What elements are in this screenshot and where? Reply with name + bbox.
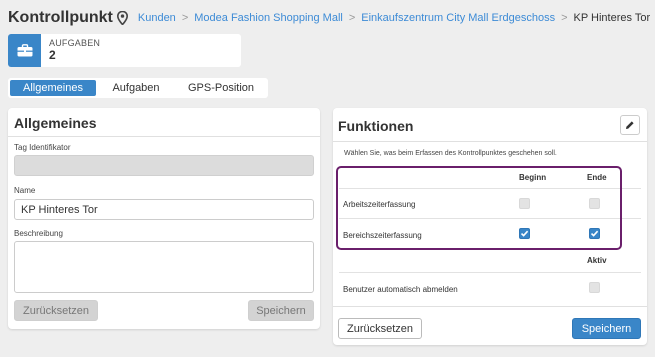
briefcase-icon [8,34,41,67]
tasks-count: 2 [49,47,56,62]
breadcrumb-separator: > [181,12,189,24]
row-label-area-time: Bereichszeiterfassung [343,231,422,240]
name-field[interactable] [14,199,314,220]
panel-divider [8,136,320,137]
row-label-auto-logout: Benutzer automatisch abmelden [343,285,458,294]
save-button[interactable]: Speichern [572,318,641,339]
general-panel-title: Allgemeines [14,115,97,131]
tab-bar: Allgemeines Aufgaben GPS-Position [8,78,268,98]
column-header-active: Aktiv [587,256,607,265]
pencil-icon [625,120,635,130]
description-label: Beschreibung [14,229,63,238]
checkmark-icon [520,230,529,237]
row-divider [339,188,641,189]
breadcrumb-separator: > [561,12,568,24]
column-header-end: Ende [587,173,607,182]
page-header: Kontrollpunkt Kunden > Modea Fashion Sho… [8,6,650,30]
tab-general[interactable]: Allgemeines [10,80,96,96]
map-pin-icon [116,11,128,25]
save-button[interactable]: Speichern [248,300,314,321]
area-time-end-checkbox[interactable] [589,228,600,239]
page-title: Kontrollpunkt [8,9,113,26]
auto-logout-checkbox [589,282,600,293]
edit-button[interactable] [620,115,640,135]
checkmark-icon [590,230,599,237]
tag-identifier-field [14,155,314,176]
general-panel: Allgemeines Tag Identifikator Name Besch… [8,108,320,329]
row-divider [339,272,641,273]
area-time-begin-checkbox[interactable] [519,228,530,239]
row-label-work-time: Arbeitszeiterfassung [343,200,416,209]
tasks-label: AUFGABEN [49,37,101,48]
functions-panel-title: Funktionen [338,118,414,134]
tab-tasks[interactable]: Aufgaben [96,80,176,96]
functions-description: Wählen Sie, was beim Erfassen des Kontro… [344,150,557,157]
breadcrumb-item-mall[interactable]: Modea Fashion Shopping Mall [194,12,343,24]
work-time-end-checkbox [589,198,600,209]
breadcrumb-item-floor[interactable]: Einkaufszentrum City Mall Erdgeschoss [361,12,555,24]
tab-gps-position[interactable]: GPS-Position [176,80,266,96]
description-field[interactable] [14,241,314,293]
tasks-summary-card[interactable]: AUFGABEN 2 [8,34,241,67]
breadcrumb-item-current: KP Hinteres Tor [573,12,651,24]
breadcrumb-separator: > [348,12,356,24]
reset-button[interactable]: Zurücksetzen [338,318,422,339]
panel-divider [333,141,647,142]
work-time-begin-checkbox [519,198,530,209]
row-divider [339,218,641,219]
tag-identifier-label: Tag Identifikator [14,143,71,152]
functions-panel: Funktionen Wählen Sie, was beim Erfassen… [333,108,647,345]
name-label: Name [14,186,36,195]
breadcrumb-item-customers[interactable]: Kunden [138,12,176,24]
reset-button[interactable]: Zurücksetzen [14,300,98,321]
panel-divider [333,306,647,307]
column-header-begin: Beginn [519,173,547,182]
